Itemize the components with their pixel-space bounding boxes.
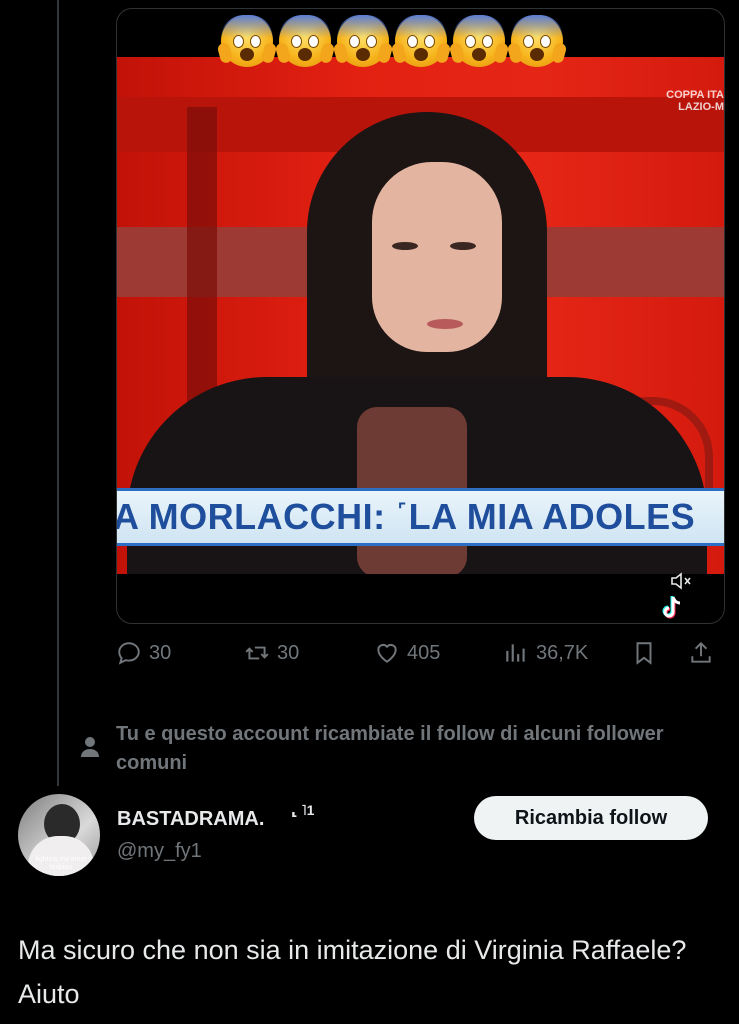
- screaming-face-emoji-icon: [216, 15, 278, 67]
- share-icon: [691, 641, 711, 663]
- tweet-actions-bar: 30 30 405 36,7K: [116, 640, 726, 670]
- broadcast-logo-line: COPPA ITA: [666, 89, 724, 101]
- person-lips: [427, 319, 463, 329]
- screaming-face-emoji-icon: [506, 15, 568, 67]
- analytics-icon: [506, 644, 525, 662]
- broadcast-logo-line: LAZIO-M: [678, 101, 724, 113]
- user-display-name[interactable]: BASTADRAMA.: [117, 808, 264, 831]
- avatar[interactable]: fighting my inner lesbian: [18, 794, 100, 876]
- person-eye: [392, 242, 418, 250]
- bookmark-icon: [636, 642, 652, 665]
- reply-count: 30: [149, 641, 172, 664]
- caption-banner-text: A MORLACCHI: ˹LA MIA ADOLES: [117, 496, 696, 537]
- follow-back-button[interactable]: Ricambia follow: [474, 796, 708, 840]
- screaming-face-emoji-icon: [390, 15, 452, 67]
- caption-banner: A MORLACCHI: ˹LA MIA ADOLES: [117, 488, 724, 546]
- person-icon: [81, 737, 99, 757]
- avatar-caption: fighting my inner lesbian: [35, 856, 87, 871]
- like-count: 405: [407, 641, 441, 664]
- thread-line: [57, 0, 59, 786]
- tiktok-logo-icon: [662, 596, 681, 619]
- retweet-icon: [245, 646, 269, 660]
- reply-icon: [118, 642, 140, 665]
- tweet-text: Ma sicuro che non sia in imitazione di V…: [18, 935, 687, 1009]
- screaming-face-emoji-icon: [448, 15, 510, 67]
- like-button[interactable]: 405: [374, 640, 440, 666]
- retweet-count: 30: [277, 641, 300, 664]
- views-button[interactable]: 36,7K: [503, 640, 588, 666]
- emoji-row: [216, 15, 568, 67]
- mutual-followers-text: Tu e questo account ricambiate il follow…: [116, 723, 664, 774]
- retweet-button[interactable]: 30: [244, 640, 299, 666]
- video-frame[interactable]: COPPA ITA LAZIO-M A MORLACCHI: ˹LA MIA A…: [117, 57, 724, 574]
- tweet-video[interactable]: COPPA ITA LAZIO-M A MORLACCHI: ˹LA MIA A…: [116, 8, 725, 624]
- heart-icon: [377, 643, 397, 663]
- user-name-symbols: ⸤ ˥1: [291, 802, 315, 818]
- screaming-face-emoji-icon: [274, 15, 336, 67]
- share-button[interactable]: [688, 640, 714, 666]
- broadcast-logo: COPPA ITA LAZIO-M: [666, 89, 724, 113]
- user-handle[interactable]: @my_fy1: [117, 840, 202, 863]
- view-count: 36,7K: [536, 641, 589, 664]
- bookmark-button[interactable]: [631, 640, 657, 666]
- reply-button[interactable]: 30: [116, 640, 171, 666]
- mute-icon[interactable]: [670, 572, 692, 590]
- person-eye: [450, 242, 476, 250]
- screaming-face-emoji-icon: [332, 15, 394, 67]
